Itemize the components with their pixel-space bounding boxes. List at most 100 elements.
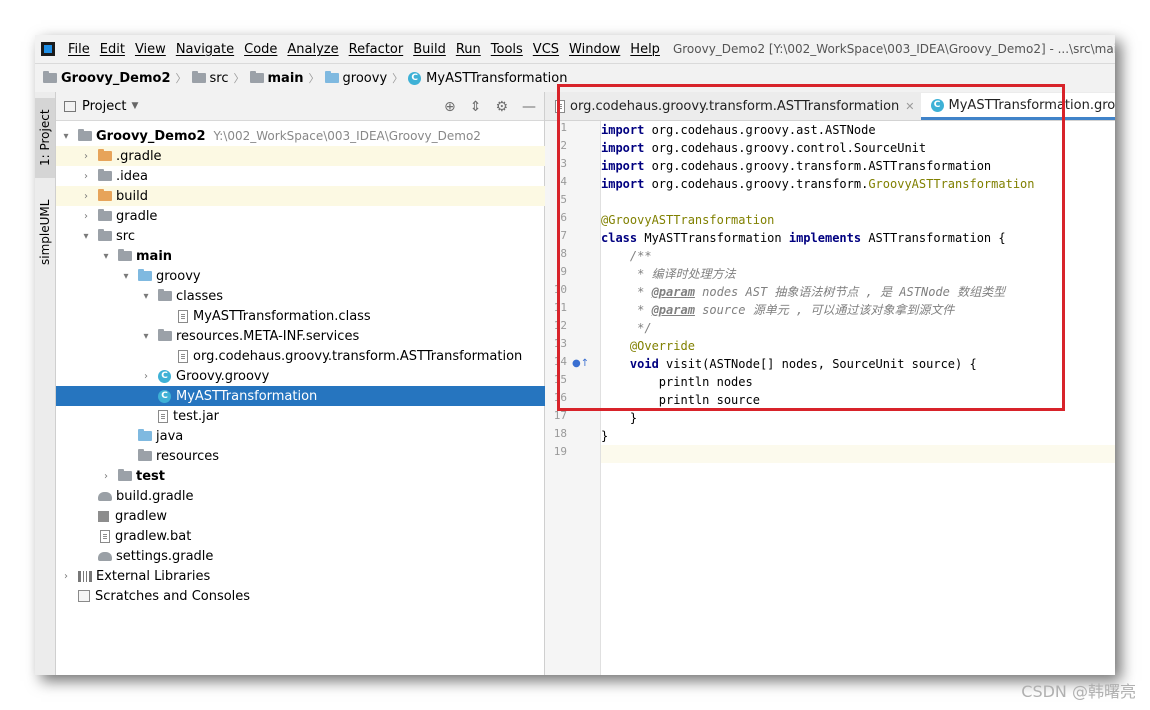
tree-item-gradle-cache[interactable]: › .gradle xyxy=(56,146,568,166)
text-file-icon xyxy=(178,349,188,363)
menu-refactor[interactable]: Refactor xyxy=(344,42,409,57)
menu-vcs[interactable]: VCS xyxy=(528,42,564,57)
chevron-right-icon: › xyxy=(144,370,148,382)
menu-build[interactable]: Build xyxy=(408,42,451,57)
tree-item-build-gradle[interactable]: build.gradle xyxy=(56,486,586,506)
menu-help[interactable]: Help xyxy=(625,42,665,57)
code-line: import org.codehaus.groovy.transform.Gro… xyxy=(601,177,1035,191)
window-title: Groovy_Demo2 [Y:\002_WorkSpace\003_IDEA\… xyxy=(672,42,1115,56)
menu-tools[interactable]: Tools xyxy=(486,42,528,57)
folder-icon xyxy=(98,209,112,221)
chevron-right-icon: › xyxy=(84,190,88,202)
code-line: /** xyxy=(601,249,652,263)
breadcrumb-project[interactable]: Groovy_Demo2 xyxy=(43,71,171,86)
menu-code[interactable]: Code xyxy=(239,42,282,57)
breadcrumb-groovy[interactable]: groovy xyxy=(324,71,387,86)
chevron-right-icon: › xyxy=(84,170,88,182)
tree-item-test[interactable]: › test xyxy=(56,466,588,486)
breadcrumb-src[interactable]: src xyxy=(191,71,229,86)
line-number: 16 xyxy=(553,391,567,404)
tree-item-external-libraries[interactable]: › External Libraries xyxy=(56,566,548,586)
menu-file[interactable]: File xyxy=(63,42,95,57)
code-line: class MyASTTransformation implements AST… xyxy=(601,231,1006,245)
menu-analyze[interactable]: Analyze xyxy=(282,42,343,57)
tree-item-classes[interactable]: ▾ classes xyxy=(56,286,628,306)
tree-item-resources[interactable]: resources xyxy=(56,446,626,466)
tree-item-main[interactable]: ▾ main xyxy=(56,246,588,266)
line-number: 15 xyxy=(553,373,567,386)
override-marker-icon[interactable]: ●↑ xyxy=(572,359,589,369)
menu-view[interactable]: View xyxy=(130,42,171,57)
chevron-right-icon: › xyxy=(84,150,88,162)
tree-item-settings-gradle[interactable]: settings.gradle xyxy=(56,546,586,566)
chevron-down-icon[interactable]: ▼ xyxy=(131,101,138,111)
gradle-elephant-icon xyxy=(98,491,112,501)
current-line xyxy=(601,445,1115,463)
line-number: 3 xyxy=(560,157,567,170)
class-icon: C xyxy=(158,389,171,403)
gradle-elephant-icon xyxy=(98,551,112,561)
text-file-icon xyxy=(100,529,110,543)
editor-tabs: org.codehaus.groovy.transform.ASTTransfo… xyxy=(545,92,1115,121)
tree-item-project-root[interactable]: ▾ Groovy_Demo2 Y:\002_WorkSpace\003_IDEA… xyxy=(56,126,548,146)
tree-item-groovy[interactable]: ▾ groovy xyxy=(56,266,608,286)
tree-item-gradle[interactable]: › gradle xyxy=(56,206,568,226)
tree-item-groovy-groovy[interactable]: › C Groovy.groovy xyxy=(56,366,628,386)
gear-icon[interactable]: ⚙ xyxy=(495,99,508,115)
folder-icon xyxy=(98,229,112,241)
source-folder-icon xyxy=(138,269,152,281)
line-number: 17 xyxy=(553,409,567,422)
chevron-right-icon: 〉 xyxy=(233,72,245,85)
tab-project-tool[interactable]: 1: Project xyxy=(35,98,55,178)
class-file-icon xyxy=(178,309,188,323)
left-tool-strip: 1: Project simpleUML xyxy=(35,92,56,675)
line-number: 8 xyxy=(560,247,567,260)
tree-item-gradlew-bat[interactable]: gradlew.bat xyxy=(56,526,588,546)
tree-item-java[interactable]: java xyxy=(56,426,626,446)
menu-bar: File Edit View Navigate Code Analyze Ref… xyxy=(35,35,1115,63)
excluded-folder-icon xyxy=(98,149,112,161)
breadcrumb: Groovy_Demo2 〉 src 〉 main 〉 groovy 〉 C M… xyxy=(35,63,1115,93)
minimize-icon[interactable]: — xyxy=(522,99,536,115)
jar-file-icon xyxy=(158,409,168,423)
chevron-right-icon: › xyxy=(104,470,108,482)
intellij-logo-icon xyxy=(41,42,55,56)
menu-navigate[interactable]: Navigate xyxy=(171,42,239,57)
line-number: 7 xyxy=(560,229,567,242)
menu-window[interactable]: Window xyxy=(564,42,625,57)
chevron-right-icon: 〉 xyxy=(308,72,320,85)
menu-edit[interactable]: Edit xyxy=(95,42,130,57)
tree-item-scratches[interactable]: Scratches and Consoles xyxy=(56,586,566,606)
chevron-right-icon: 〉 xyxy=(175,72,187,85)
chevron-down-icon: ▾ xyxy=(143,290,149,302)
tab-myasttransformation-groovy[interactable]: C MyASTTransformation.groovy ✕ xyxy=(920,93,1115,120)
line-number: 14 xyxy=(553,355,567,368)
line-number: 1 xyxy=(560,121,567,134)
watermark: CSDN @韩曙亮 xyxy=(1021,682,1136,701)
tab-asttransformation[interactable]: org.codehaus.groovy.transform.ASTTransfo… xyxy=(545,93,921,120)
line-number: 2 xyxy=(560,139,567,152)
tree-item-gradlew[interactable]: gradlew xyxy=(56,506,586,526)
project-folder-icon xyxy=(43,71,57,83)
code-line: import org.codehaus.groovy.control.Sourc… xyxy=(601,141,927,155)
close-icon[interactable]: ✕ xyxy=(905,100,914,113)
locate-icon[interactable]: ⊕ xyxy=(444,99,456,115)
code-line: * 编译时处理方法 xyxy=(601,267,736,281)
breadcrumb-class[interactable]: C MyASTTransformation xyxy=(408,71,567,86)
menu-run[interactable]: Run xyxy=(451,42,486,57)
tree-item-src[interactable]: ▾ src xyxy=(56,226,568,246)
source-folder-icon xyxy=(138,429,152,441)
tree-item-idea[interactable]: › .idea xyxy=(56,166,568,186)
collapse-all-icon[interactable]: ⇕ xyxy=(470,99,482,115)
tab-simpleuml-tool[interactable]: simpleUML xyxy=(35,192,55,272)
class-icon: C xyxy=(158,369,171,383)
tree-item-meta-inf[interactable]: ▾ resources.META-INF.services xyxy=(56,326,628,346)
code-editor[interactable]: import org.codehaus.groovy.ast.ASTNode i… xyxy=(601,121,1115,675)
project-folder-icon xyxy=(78,129,92,141)
folder-icon xyxy=(98,169,112,181)
breadcrumb-main[interactable]: main xyxy=(249,71,304,86)
code-line: */ xyxy=(601,321,652,335)
project-panel-title[interactable]: Project xyxy=(82,99,126,114)
line-number: 6 xyxy=(560,211,567,224)
tree-item-build[interactable]: › build xyxy=(56,186,568,206)
